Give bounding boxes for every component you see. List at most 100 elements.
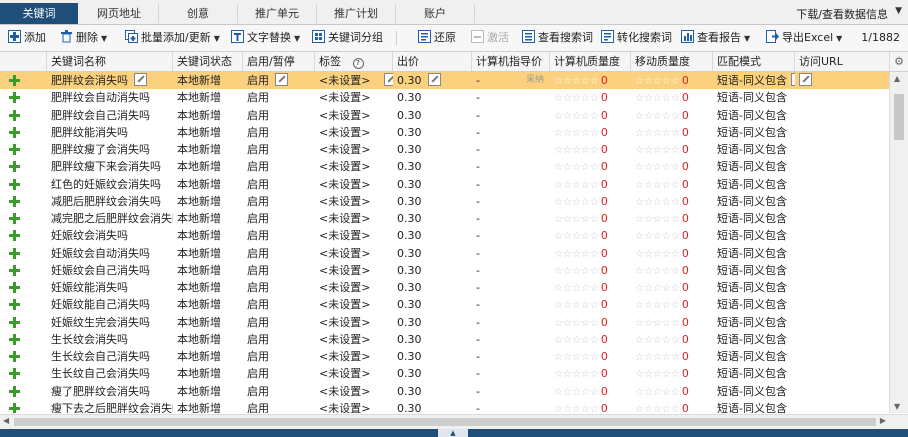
enable-cell[interactable]: 启用 [243,400,315,413]
tag-cell[interactable]: <未设置> [315,383,393,400]
export-excel-button[interactable]: 导出Excel ▼ [766,25,842,51]
tag-cell[interactable]: <未设置> [315,331,393,348]
plus-icon[interactable] [9,264,20,276]
tag-cell[interactable]: <未设置> [315,210,393,227]
table-row[interactable]: 肥胖纹会消失吗 本地新增 启用 <未设置> 0.30- 采纳 ☆☆☆☆☆ 0 ☆☆☆☆☆ 0 短语-… [0,72,890,90]
plus-icon[interactable] [9,230,20,242]
keyword-group-button[interactable]: 关键词分组 [312,25,383,51]
match-mode-cell[interactable]: 短语-同义包含 [713,124,795,141]
enable-cell[interactable]: 启用 [243,262,315,279]
tag-cell[interactable]: <未设置> [315,245,393,262]
enable-cell[interactable]: 启用 [243,210,315,227]
match-mode-cell[interactable]: 短语-同义包含 [713,227,795,244]
visit-url-cell[interactable] [795,365,890,382]
tab-url[interactable]: 网页地址 [80,4,159,23]
keyword-name-cell[interactable]: 肥胖纹能消失吗 [47,124,173,141]
tag-cell[interactable]: <未设置> [315,262,393,279]
col-keyword-name[interactable]: 关键词名称 [47,52,173,71]
adopt-link[interactable]: 采纳 [526,72,544,89]
match-mode-cell[interactable]: 短语-同义包含 [713,262,795,279]
plus-icon[interactable] [9,299,20,311]
bid-cell[interactable]: 0.30 [393,210,472,227]
plus-icon[interactable] [9,316,20,328]
keyword-name-cell[interactable]: 生长纹自己会消失吗 [47,365,173,382]
enable-cell[interactable]: 启用 [243,141,315,158]
enable-cell[interactable]: 启用 [243,158,315,175]
view-report-button[interactable]: 查看报告 ▼ [681,25,750,51]
match-mode-cell[interactable]: 短语-同义包含 [713,158,795,175]
table-row[interactable]: 生长纹会消失吗 本地新增 启用 <未设置> 0.30- ☆☆☆☆☆ 0 ☆☆☆☆☆ 0 短语-同义… [0,331,890,348]
keyword-name-cell[interactable]: 妊娠纹会自动消失吗 [47,245,173,262]
bid-cell[interactable]: 0.30 [393,331,472,348]
table-row[interactable]: 减完肥之后肥胖纹会消失吗 本地新增 启用 <未设置> 0.30- ☆☆☆☆☆ 0 ☆☆☆☆☆ 0… [0,210,890,227]
match-mode-cell[interactable]: 短语-同义包含 [713,365,795,382]
activate-button[interactable]: 激活 [471,25,509,51]
match-mode-cell[interactable]: 短语-同义包含 [713,141,795,158]
plus-icon[interactable] [9,213,20,224]
match-mode-cell[interactable]: 短语-同义包含 [713,72,795,89]
keyword-name-cell[interactable]: 瘦了肥胖纹会消失吗 [47,383,173,400]
enable-cell[interactable]: 启用 [243,107,315,124]
tag-cell[interactable]: <未设置> [315,107,393,124]
bid-cell[interactable]: 0.30 [393,348,472,365]
bid-cell[interactable]: 0.30 [393,400,472,413]
plus-icon[interactable] [9,126,20,138]
edit-icon[interactable] [427,73,441,86]
enable-cell[interactable]: 启用 [243,296,315,313]
match-mode-cell[interactable]: 短语-同义包含 [713,314,795,331]
delete-button[interactable]: 删除 ▼ [60,25,107,51]
table-row[interactable]: 妊娠纹会消失吗 本地新增 启用 <未设置> 0.30- ☆☆☆☆☆ 0 ☆☆☆☆☆ 0 短语-同义… [0,227,890,244]
plus-icon[interactable] [9,333,20,345]
match-mode-cell[interactable]: 短语-同义包含 [713,331,795,348]
bid-cell[interactable]: 0.30 [393,365,472,382]
tab-account[interactable]: 账户 [396,4,475,23]
keyword-name-cell[interactable]: 妊娠纹会消失吗 [47,227,173,244]
table-row[interactable]: 妊娠纹能自己消失吗 本地新增 启用 <未设置> 0.30- ☆☆☆☆☆ 0 ☆☆☆☆☆ 0 短语-… [0,296,890,313]
table-row[interactable]: 生长纹会自己消失吗 本地新增 启用 <未设置> 0.30- ☆☆☆☆☆ 0 ☆☆☆☆☆ 0 短语-… [0,348,890,365]
match-mode-cell[interactable]: 短语-同义包含 [713,400,795,413]
enable-cell[interactable]: 启用 [243,314,315,331]
col-keyword-status[interactable]: 关键词状态 [173,52,243,71]
plus-icon[interactable] [9,161,20,173]
table-row[interactable]: 肥胖纹瘦下来会消失吗 本地新增 启用 <未设置> 0.30- ☆☆☆☆☆ 0 ☆☆☆☆☆ 0 短语… [0,158,890,175]
chevron-down-icon[interactable]: ▼ [895,6,902,16]
visit-url-cell[interactable] [795,193,890,210]
keyword-name-cell[interactable]: 妊娠纹会自己消失吗 [47,262,173,279]
scroll-thumb[interactable] [14,418,876,426]
plus-icon[interactable] [9,144,20,155]
restore-button[interactable]: 还原 [418,25,456,51]
plus-icon[interactable] [9,178,20,190]
enable-cell[interactable]: 启用 [243,348,315,365]
tag-cell[interactable]: <未设置> [315,279,393,296]
plus-icon[interactable] [9,109,20,121]
visit-url-cell[interactable] [795,279,890,296]
edit-icon[interactable] [384,73,393,86]
match-mode-cell[interactable]: 短语-同义包含 [713,107,795,124]
enable-cell[interactable]: 启用 [243,124,315,141]
gear-icon[interactable]: ⚙ [890,52,908,72]
keyword-name-cell[interactable]: 肥胖纹瘦了会消失吗 [47,141,173,158]
keyword-name-cell[interactable]: 瘦下去之后肥胖纹会消失吗 [47,400,173,413]
bid-cell[interactable]: 0.30 [393,72,472,89]
visit-url-cell[interactable] [795,176,890,193]
tag-cell[interactable]: <未设置> [315,193,393,210]
edit-icon[interactable] [799,73,812,86]
match-mode-cell[interactable]: 短语-同义包含 [713,193,795,210]
chevron-down-icon[interactable]: ▼ [294,34,300,43]
table-row[interactable]: 妊娠纹会自动消失吗 本地新增 启用 <未设置> 0.30- ☆☆☆☆☆ 0 ☆☆☆☆☆ 0 短语-… [0,245,890,262]
visit-url-cell[interactable] [795,383,890,400]
match-mode-cell[interactable]: 短语-同义包含 [713,279,795,296]
visit-url-cell[interactable] [795,227,890,244]
match-mode-cell[interactable]: 短语-同义包含 [713,89,795,106]
visit-url-cell[interactable] [795,245,890,262]
tag-cell[interactable]: <未设置> [315,176,393,193]
scroll-right-icon[interactable]: ▶ [880,416,886,425]
bid-cell[interactable]: 0.30 [393,279,472,296]
keyword-name-cell[interactable]: 肥胖纹会自动消失吗 [47,89,173,106]
plus-icon[interactable] [9,351,20,362]
bid-cell[interactable]: 0.30 [393,262,472,279]
plus-icon[interactable] [9,385,20,397]
keyword-name-cell[interactable]: 妊娠纹能消失吗 [47,279,173,296]
table-row[interactable]: 瘦下去之后肥胖纹会消失吗 本地新增 启用 <未设置> 0.30- ☆☆☆☆☆ 0 ☆☆☆☆☆ 0… [0,400,890,413]
edit-icon[interactable] [134,73,147,86]
